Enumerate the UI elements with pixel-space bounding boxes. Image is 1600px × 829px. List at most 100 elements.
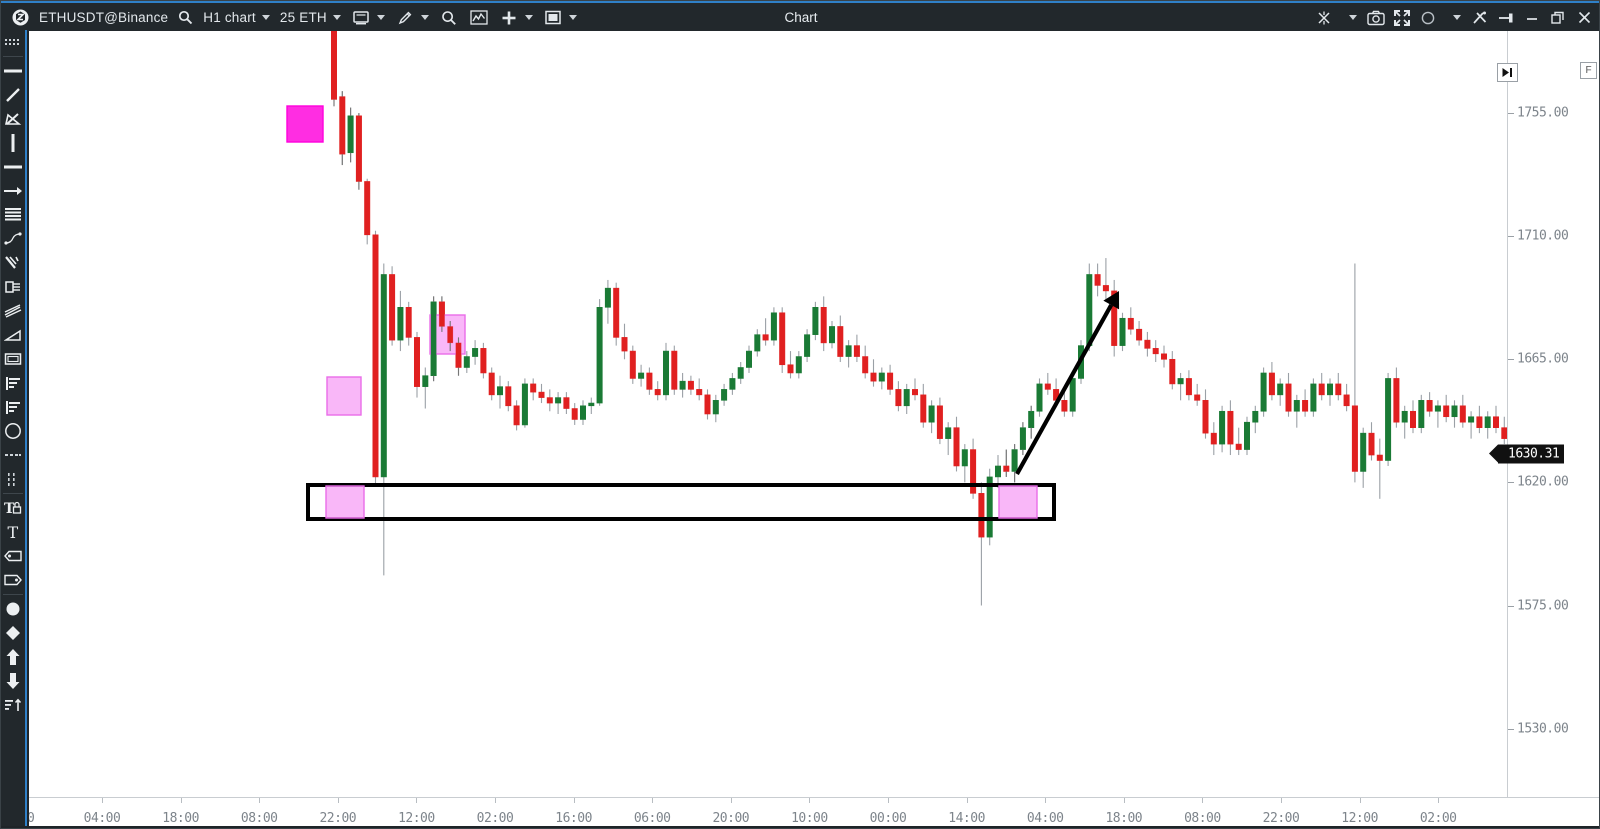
window-icon	[543, 8, 563, 28]
restore-button[interactable]	[1545, 5, 1571, 31]
fib-retracement-icon[interactable]	[1, 371, 25, 395]
symbol-selector[interactable]: ETHUSDT@Binance	[34, 5, 173, 31]
parallel-lines-icon[interactable]	[1, 299, 25, 323]
polyline-icon[interactable]	[1, 227, 25, 251]
quantity-label: 25 ETH	[279, 10, 327, 25]
label-right-icon[interactable]	[1, 568, 25, 592]
svg-text:T: T	[8, 524, 19, 540]
dots-grid-icon[interactable]	[1, 30, 25, 54]
time-tick-label: 14:00	[948, 811, 985, 826]
pencil-icon	[395, 8, 415, 28]
time-tick-label: 04:00	[1026, 811, 1064, 826]
minimize-button[interactable]	[1519, 5, 1545, 31]
time-tick	[1281, 798, 1282, 803]
chevron-down-icon	[568, 15, 577, 20]
candlestick-canvas[interactable]	[29, 31, 1507, 797]
vertical-line-icon[interactable]	[1, 131, 25, 155]
settings-tools-icon[interactable]	[1467, 5, 1493, 31]
toolbar-left-group: ETHUSDT@Binance H1 chart 25 ETH	[1, 3, 582, 32]
time-tick-label: 04:00	[83, 811, 121, 826]
angle-icon[interactable]	[1, 107, 25, 131]
dotted-vertical-icon[interactable]	[1, 467, 25, 491]
time-tick	[416, 798, 418, 803]
crosshair-dropdown[interactable]	[1337, 5, 1363, 31]
horizontal-line-icon[interactable]	[1, 59, 25, 83]
circle-dropdown[interactable]	[1441, 5, 1467, 31]
pitchfork-icon[interactable]	[1, 251, 25, 275]
ray-line-icon[interactable]	[1, 155, 25, 179]
time-tick-label: 12:00	[398, 811, 435, 826]
time-tick	[1123, 798, 1125, 803]
price-tick	[1508, 482, 1514, 484]
price-tick-label: 1710.00	[1517, 228, 1569, 244]
timeframe-selector[interactable]: H1 chart	[198, 5, 275, 31]
trend-line-icon[interactable]	[1, 83, 25, 107]
drawing-tool-selector[interactable]	[390, 5, 434, 31]
layout-selector[interactable]	[346, 5, 390, 31]
time-tick	[1202, 798, 1204, 803]
price-tick	[1508, 359, 1514, 361]
circle-icon[interactable]	[1415, 5, 1441, 31]
layout-icon	[351, 8, 371, 28]
plus-icon	[499, 8, 519, 28]
parallel-channel-icon[interactable]	[1, 203, 25, 227]
quantity-selector[interactable]: 25 ETH	[275, 5, 346, 31]
close-button[interactable]	[1571, 5, 1597, 31]
time-tick-label-partial: 00	[29, 811, 35, 826]
time-tick	[259, 798, 261, 803]
arrow-up-icon[interactable]	[1, 645, 25, 669]
time-axis[interactable]: 04:00 18:00 08:00 22:00 12:00 02:00 16:00 06:00…	[29, 797, 1599, 828]
chart-area[interactable]: 1755.00 1710.00 1665.00 1620.00 1575.00 1530.…	[29, 31, 1599, 828]
circle-marker-icon[interactable]	[1, 597, 25, 621]
time-tick	[573, 798, 575, 803]
last-price-badge[interactable]: 1630.31	[1488, 444, 1565, 464]
pin-icon[interactable]	[1493, 5, 1519, 31]
diamond-marker-icon[interactable]	[1, 621, 25, 645]
time-tick-label: 20:00	[712, 811, 750, 826]
fib-extension-icon[interactable]	[1, 395, 25, 419]
gann-box-icon[interactable]	[1, 275, 25, 299]
text-icon[interactable]: T	[1, 520, 25, 544]
add-button[interactable]	[494, 5, 538, 31]
window-layout-button[interactable]	[538, 5, 582, 31]
rectangle-icon[interactable]	[1, 347, 25, 371]
time-tick	[888, 798, 889, 803]
time-tick-label: 12:00	[1341, 811, 1378, 826]
search-icon[interactable]	[173, 5, 198, 31]
time-tick-label: 00:00	[869, 811, 907, 826]
chevron-down-icon	[376, 15, 385, 20]
text-lock-icon[interactable]: T	[1, 496, 25, 520]
chevron-down-icon	[1349, 15, 1357, 20]
toolbar-right-group	[1311, 3, 1597, 32]
price-axis[interactable]: 1755.00 1710.00 1665.00 1620.00 1575.00 1530.…	[1488, 31, 1599, 797]
ellipse-icon[interactable]	[1, 419, 25, 443]
time-tick-label: 22:00	[1262, 811, 1300, 826]
app-logo-icon[interactable]	[7, 5, 34, 31]
goto-end-icon[interactable]	[1497, 63, 1518, 82]
sort-icon[interactable]	[1, 693, 25, 717]
indicator-button[interactable]	[464, 5, 494, 31]
fit-chart-button[interactable]: F	[1580, 62, 1597, 79]
time-tick-label: 22:00	[319, 811, 357, 826]
camera-icon[interactable]	[1363, 5, 1389, 31]
label-left-icon[interactable]	[1, 544, 25, 568]
triangle-icon[interactable]	[1, 323, 25, 347]
chevron-down-icon	[1453, 15, 1461, 20]
price-tick	[1508, 236, 1514, 238]
dashed-box-icon[interactable]	[1, 443, 25, 467]
symbol-label: ETHUSDT@Binance	[39, 10, 169, 25]
time-tick	[652, 798, 654, 803]
price-tick-label: 1665.00	[1517, 351, 1569, 367]
time-tick	[966, 798, 968, 803]
time-tick	[1045, 798, 1047, 803]
time-tick-label: 08:00	[240, 811, 278, 826]
price-plot[interactable]	[29, 31, 1507, 797]
time-tick-label: 02:00	[1419, 811, 1457, 826]
zoom-tool-button[interactable]	[434, 5, 464, 31]
arrow-line-icon[interactable]	[1, 179, 25, 203]
crosshair-off-icon[interactable]	[1311, 5, 1337, 31]
arrow-down-icon[interactable]	[1, 669, 25, 693]
chevron-down-icon	[524, 15, 533, 20]
time-tick	[102, 798, 103, 803]
fullscreen-icon[interactable]	[1389, 5, 1415, 31]
